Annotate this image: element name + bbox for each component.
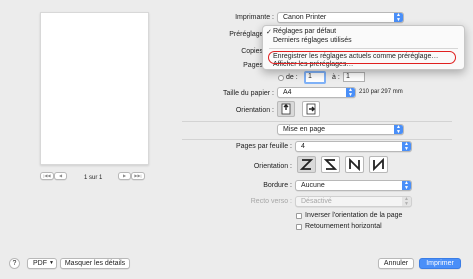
paper-size-label: Taille du papier : (223, 90, 274, 97)
pages-range-radio[interactable] (278, 75, 284, 81)
menu-item-default-settings[interactable]: Réglages par défaut (273, 28, 336, 35)
annotation-highlight (268, 51, 456, 64)
layout-z-icon (299, 159, 314, 170)
reverse-orientation-checkbox[interactable] (296, 213, 302, 219)
separator (182, 139, 452, 140)
portrait-icon (281, 103, 291, 115)
last-page-button[interactable]: ▶▶| (131, 172, 145, 180)
portrait-button[interactable] (277, 101, 295, 117)
printer-popup[interactable]: Canon Printer ▲ ▼ (277, 12, 404, 23)
section-popup-value: Mise en page (283, 126, 326, 133)
paper-size-value: A4 (283, 89, 292, 96)
hide-details-button[interactable]: Masquer les détails (60, 258, 130, 269)
paper-dimensions: 210 par 297 mm (359, 89, 403, 95)
printer-value: Canon Printer (283, 14, 327, 21)
border-label: Bordure : (263, 182, 292, 189)
pages-to-field[interactable]: 1 (343, 72, 365, 82)
layout-direction-n-button[interactable] (345, 156, 364, 173)
chevron-updown-icon: ▲ ▼ (402, 197, 411, 206)
pages-label: Pages (243, 62, 263, 69)
border-value: Aucune (301, 182, 325, 189)
chevron-updown-icon: ▲ ▼ (402, 142, 411, 151)
pdf-menu-button[interactable]: PDF ▼ (27, 258, 57, 269)
help-button[interactable]: ? (9, 258, 20, 269)
section-popup[interactable]: Mise en page ▲ ▼ (277, 124, 404, 135)
pdf-label: PDF (33, 260, 47, 267)
reverse-orientation-label: Inverser l'orientation de la page (305, 212, 403, 219)
pages-per-sheet-label: Pages par feuille : (235, 143, 292, 150)
cancel-button[interactable]: Annuler (378, 258, 414, 269)
chevron-updown-icon: ▲ ▼ (402, 181, 411, 190)
duplex-value: Désactivé (301, 198, 332, 205)
layout-direction-z-button[interactable] (297, 156, 316, 173)
prev-page-button[interactable]: ◀ (54, 172, 67, 180)
chevron-down-icon: ▼ (49, 260, 54, 266)
border-popup[interactable]: Aucune ▲ ▼ (295, 180, 412, 191)
checkmark-icon: ✓ (266, 29, 272, 36)
chevron-updown-icon: ▲ ▼ (394, 125, 403, 134)
pages-per-sheet-value: 4 (301, 143, 305, 150)
layout-reverse-n-icon (373, 157, 384, 172)
page-preview (40, 12, 149, 165)
separator (182, 121, 452, 122)
pages-to-label: à : (332, 74, 340, 81)
duplex-label: Recto verso : (250, 198, 292, 205)
menu-item-last-used-settings[interactable]: Derniers réglages utilisés (273, 37, 352, 44)
copies-label: Copies (241, 48, 263, 55)
layout-s-icon (323, 159, 338, 170)
orientation-label: Orientation : (235, 107, 274, 114)
layout-direction-s-button[interactable] (321, 156, 340, 173)
layout-orientation-label: Orientation : (253, 163, 292, 170)
next-page-button[interactable]: ▶ (118, 172, 131, 180)
landscape-icon (306, 103, 316, 115)
print-button[interactable]: Imprimer (419, 258, 461, 269)
pages-per-sheet-popup[interactable]: 4 ▲ ▼ (295, 141, 412, 152)
page-counter: 1 sur 1 (84, 175, 103, 181)
printer-label: Imprimante : (235, 14, 274, 21)
pages-from-label: de : (286, 74, 298, 81)
first-page-button[interactable]: |◀◀ (40, 172, 54, 180)
menu-separator (269, 48, 458, 49)
paper-size-popup[interactable]: A4 ▲ ▼ (277, 87, 356, 98)
horizontal-flip-checkbox[interactable] (296, 224, 302, 230)
chevron-updown-icon: ▲ ▼ (394, 13, 403, 22)
layout-n-icon (349, 157, 360, 172)
chevron-updown-icon: ▲ ▼ (346, 88, 355, 97)
duplex-popup[interactable]: Désactivé ▲ ▼ (295, 196, 412, 207)
layout-direction-rn-button[interactable] (369, 156, 388, 173)
horizontal-flip-label: Retournement horizontal (305, 223, 382, 230)
landscape-button[interactable] (302, 101, 320, 117)
pages-from-field[interactable]: 1 (304, 71, 326, 84)
